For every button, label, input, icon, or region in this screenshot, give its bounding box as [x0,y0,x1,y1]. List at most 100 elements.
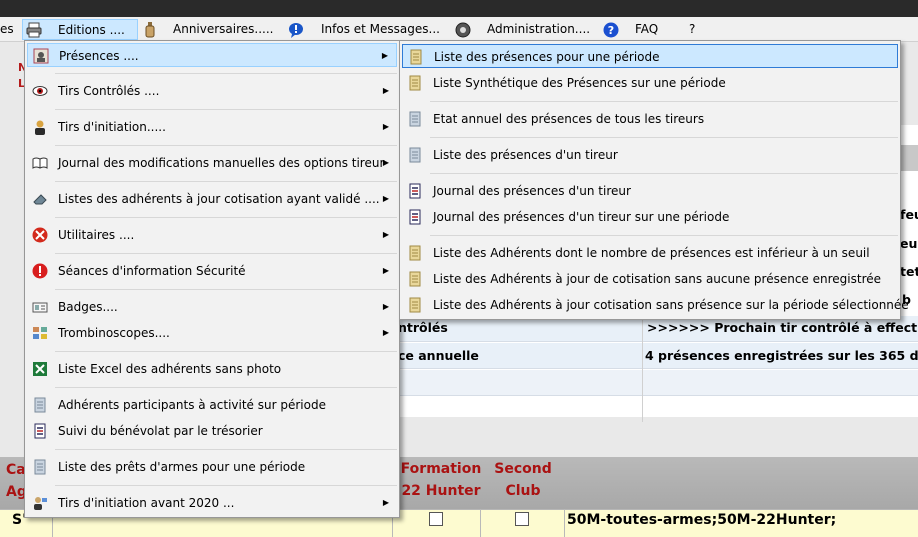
menu-item-tirs-controles[interactable]: Tirs Contrôlés .... ▶ [27,79,397,103]
eraser-icon [32,191,48,207]
menu-item-previous[interactable]: es [0,19,22,40]
presences-submenu: Liste des présences pour une période Lis… [399,40,909,320]
menu-item-liste-excel[interactable]: Liste Excel des adhérents sans photo [27,357,397,381]
grid-header-second-club: Second Club [494,461,552,499]
disciplines-cell: 50M-toutes-armes;50M-22Hunter; [567,512,837,528]
menu-item-seances-securite[interactable]: Séances d'information Sécurité ▶ [27,259,397,283]
submenu-arrow-icon: ▶ [382,498,389,507]
note-icon [407,297,423,313]
menu-item-label: Liste Synthétique des Présences sur une … [433,76,726,90]
menu-item-adherents-activite[interactable]: Adhérents participants à activité sur pé… [27,393,397,417]
menu-item-tirs-initiation[interactable]: Tirs d'initiation..... ▶ [27,115,397,139]
menu-item-label: Journal des présences d'un tireur [433,184,631,198]
menu-separator [55,449,397,450]
grid-col-sep [564,509,565,537]
menu-infos-messages[interactable]: Infos et Messages... [288,19,448,40]
submenu-item-sans-presence[interactable]: Liste des Adhérents à jour de cotisation… [402,267,898,291]
speech-bubble-icon [288,22,304,38]
info-row [398,370,918,396]
document-icon [32,397,48,413]
warning-icon [32,263,48,279]
note-icon [407,75,423,91]
submenu-item-liste-presences-periode[interactable]: Liste des présences pour une période [402,44,898,68]
printer-icon [26,22,42,38]
menu-separator [55,181,397,182]
menu-item-label: Anniversaires..... [173,22,274,36]
grid-header-formation: Formation 22 Hunter [400,461,482,499]
menu-item-prets-armes[interactable]: Liste des prêts d'armes pour une période [27,455,397,479]
menu-item-listes-adherents[interactable]: Listes des adhérents à jour cotisation a… [27,187,397,211]
menu-separator [430,101,898,102]
submenu-item-sans-presence-periode[interactable]: Liste des Adhérents à jour cotisation sa… [402,293,909,317]
submenu-item-presences-tireur[interactable]: Liste des présences d'un tireur [402,143,898,167]
window-top-strip [0,0,918,17]
menu-editions[interactable]: Editions .... [22,19,138,40]
submenu-arrow-icon: ▶ [381,51,388,60]
document-icon [407,147,423,163]
menu-help[interactable]: ? [689,19,703,40]
menu-item-utilitaires[interactable]: Utilitaires .... ▶ [27,223,397,247]
menu-item-journal-modifications[interactable]: Journal des modifications manuelles des … [27,151,397,175]
submenu-item-inferieur-seuil[interactable]: Liste des Adhérents dont le nombre de pr… [402,241,898,265]
submenu-item-etat-annuel[interactable]: Etat annuel des présences de tous les ti… [402,107,898,131]
menu-item-label: Liste Excel des adhérents sans photo [58,362,282,376]
clipboard-icon [33,48,49,64]
note-icon [407,271,423,287]
menu-administration[interactable]: Administration.... [455,19,595,40]
submenu-item-journal-tireur-periode[interactable]: Journal des présences d'un tireur sur un… [402,205,898,229]
menu-item-label: Administration.... [487,22,591,36]
menu-anniversaires[interactable]: Anniversaires..... [142,19,278,40]
menu-item-label: FAQ [635,22,659,36]
menu-separator [55,387,397,388]
menu-separator [55,289,397,290]
menu-item-label: Tirs Contrôlés .... [58,84,160,98]
submenu-arrow-icon: ▶ [382,230,389,239]
second-club-checkbox[interactable] [515,512,529,526]
formation-checkbox[interactable] [429,512,443,526]
note-icon [408,49,424,65]
menu-separator [55,217,397,218]
submenu-item-liste-synthetique[interactable]: Liste Synthétique des Présences sur une … [402,71,898,95]
menu-item-presences[interactable]: Présences .... ▶ [27,43,397,67]
menu-item-label: Liste des prêts d'armes pour une période [58,460,306,474]
menu-item-label: Utilitaires .... [58,228,135,242]
menu-item-label: Journal des modifications manuelles des … [58,156,385,170]
menu-item-label: Adhérents participants à activité sur pé… [58,398,326,412]
menu-item-label: Badges.... [58,300,118,314]
menu-item-label: Journal des présences d'un tireur sur un… [433,210,730,224]
info-row-value: 4 présences enregistrées sur les 365 der… [645,348,918,363]
document-icon [32,459,48,475]
menu-item-suivi-benevolat[interactable]: Suivi du bénévolat par le trésorier [27,419,397,443]
excel-icon [32,361,48,377]
menu-separator [55,73,397,74]
menu-item-trombinoscopes[interactable]: Trombinoscopes.... ▶ [27,321,397,345]
menu-item-label: Liste des présences pour une période [434,50,660,64]
menu-separator [430,235,898,236]
person-icon [32,119,48,135]
document-icon [407,111,423,127]
menu-item-label: ? [689,22,696,36]
people-icon [32,325,48,341]
menu-item-badges[interactable]: Badges.... ▶ [27,295,397,319]
edge-text: tete [900,264,918,279]
menu-item-label: Présences .... [59,49,139,63]
menu-item-tirs-initiation-2020[interactable]: Tirs d'initiation avant 2020 ... ▶ [27,491,397,515]
menu-separator [430,173,898,174]
book-icon [32,155,48,171]
svg-text:?: ? [608,24,614,37]
submenu-arrow-icon: ▶ [382,266,389,275]
menu-item-label: Suivi du bénévolat par le trésorier [58,424,263,438]
submenu-item-journal-tireur[interactable]: Journal des présences d'un tireur [402,179,898,203]
menu-separator [55,485,397,486]
menu-separator [55,145,397,146]
menu-item-label: Infos et Messages... [321,22,440,36]
column-divider [642,316,643,422]
menu-faq[interactable]: ? FAQ [603,19,663,40]
menu-item-label: Tirs d'initiation..... [58,120,166,134]
globe-gear-icon [455,22,471,38]
menu-bar: es Editions .... Anniversaires..... Info… [0,17,918,42]
tools-icon [32,227,48,243]
info-row-value: >>>>>> Prochain tir contrôlé à effectuer… [647,320,918,335]
person-pc-icon [32,495,48,511]
badge-icon [32,299,48,315]
